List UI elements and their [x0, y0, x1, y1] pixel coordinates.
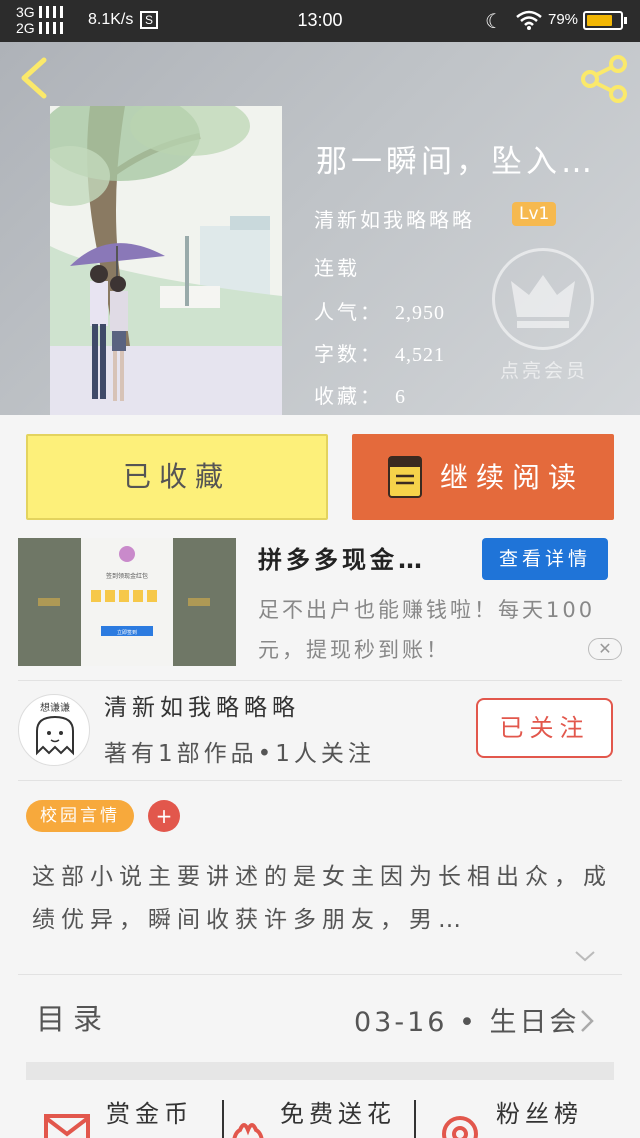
popularity-label: 人气：	[314, 300, 383, 324]
ad-title[interactable]: 拼多多现金…	[258, 540, 472, 575]
book-author[interactable]: 清新如我略略略	[314, 204, 475, 233]
ad-mock-header: 签到领现金红包	[106, 572, 148, 580]
envelope-icon	[44, 1114, 90, 1138]
battery-fill	[587, 15, 613, 26]
divider	[414, 1100, 416, 1138]
continue-reading-label: 继续阅读	[440, 461, 585, 494]
book-favorites: 收藏： 6	[314, 380, 406, 409]
flower-icon	[232, 1123, 264, 1138]
section-separator	[26, 1062, 614, 1080]
avatar[interactable]: 想谦谦	[18, 694, 90, 766]
ghost-avatar-icon: 想谦谦	[36, 701, 74, 756]
moon-icon: ☾	[485, 11, 503, 33]
divider	[18, 680, 622, 681]
tag-campus-romance[interactable]: 校园言情	[26, 800, 134, 832]
collected-button[interactable]: 已收藏	[26, 434, 328, 520]
avatar-text: 想谦谦	[40, 701, 70, 714]
wifi-icon	[516, 10, 542, 30]
book-title: 那一瞬间，坠入…	[316, 144, 596, 180]
vip-label: 点亮会员	[499, 360, 588, 382]
ad-screenshot: 签到领现金红包 立即签到	[18, 538, 236, 666]
book-icon	[388, 456, 422, 498]
author-stats: 著有1部作品•1人关注	[104, 741, 375, 767]
toc-label[interactable]: 目录	[36, 996, 110, 1038]
book-cover[interactable]	[50, 106, 282, 415]
target-icon	[442, 1116, 478, 1138]
book-header: 那一瞬间，坠入… 清新如我略略略 Lv1 连载 人气： 2,950 字数： 4,52…	[0, 42, 640, 415]
word-count-label: 字数：	[314, 342, 383, 366]
crown-icon	[511, 275, 575, 328]
add-tag-button[interactable]: +	[148, 800, 180, 832]
divider	[18, 974, 622, 975]
send-flowers-label: 免费送花	[280, 1100, 396, 1128]
book-status: 连载	[314, 256, 360, 280]
follow-button[interactable]: 已关注	[476, 698, 613, 758]
author-level-badge: Lv1	[512, 202, 557, 226]
status-bar: 3G 2G 8.1K/s S 13:00 ☾ 79%	[0, 0, 640, 42]
divider	[222, 1100, 224, 1138]
back-arrow-icon[interactable]	[16, 56, 56, 100]
book-popularity: 人气： 2,950	[314, 296, 445, 325]
ad-description: 足不出户也能赚钱啦！每天100元，提现秒到账！	[258, 598, 596, 662]
ad-image[interactable]: 签到领现金红包 立即签到	[18, 538, 236, 666]
view-details-button[interactable]: 查看详情	[482, 538, 608, 580]
popularity-value: 2,950	[395, 302, 445, 324]
favorites-value: 6	[395, 386, 406, 408]
continue-reading-button[interactable]: 继续阅读	[352, 434, 614, 520]
fan-rank-label: 粉丝榜	[496, 1100, 583, 1128]
author-name[interactable]: 清新如我略略略	[104, 688, 300, 722]
synopsis-text[interactable]: 这部小说主要讲述的是女主因为长相出众，成绩优异，瞬间收获许多朋友，男…	[32, 856, 622, 942]
ad-mock-button: 立即签到	[117, 629, 137, 636]
vip-badge[interactable]	[492, 248, 594, 350]
battery-icon	[583, 11, 627, 30]
chevron-down-icon[interactable]	[570, 946, 600, 966]
ad-close-button[interactable]: ✕	[588, 638, 622, 660]
clock: 13:00	[297, 10, 343, 30]
divider	[18, 780, 622, 781]
cover-illustration	[50, 106, 282, 415]
latest-chapter[interactable]: 03-16 • 生日会	[354, 1000, 580, 1039]
share-icon[interactable]	[580, 54, 630, 104]
word-count-value: 4,521	[395, 344, 445, 366]
favorites-label: 收藏：	[314, 384, 383, 408]
reward-coins-label: 赏金币	[106, 1100, 193, 1128]
chevron-right-icon[interactable]	[578, 1008, 596, 1034]
book-word-count: 字数： 4,521	[314, 338, 445, 367]
battery-percent: 79%	[548, 11, 579, 28]
